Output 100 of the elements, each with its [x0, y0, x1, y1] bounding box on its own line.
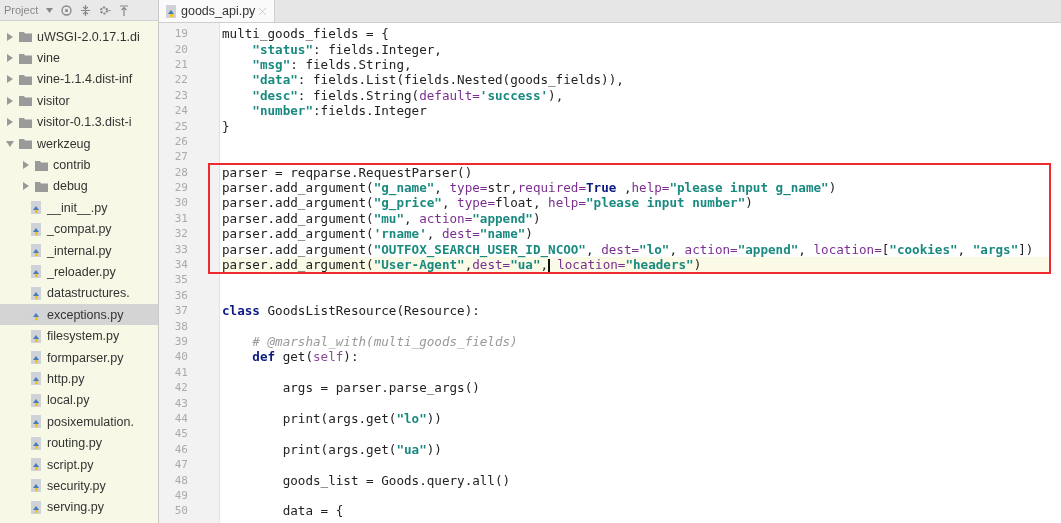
tree-item[interactable]: posixemulation. [0, 411, 158, 433]
folder-icon [19, 31, 32, 43]
collapsed-arrow-icon[interactable] [6, 96, 14, 105]
code-line: print(args.get("ua")) [281, 441, 442, 457]
collapsed-arrow-icon[interactable] [6, 54, 14, 63]
code-line: parser.add_argument("mu", action="append") [222, 210, 541, 226]
folder-icon [19, 95, 32, 107]
code-line: class GoodsListResource(Resource): [222, 303, 480, 319]
python-file-icon [30, 479, 42, 493]
settings-icon[interactable] [99, 4, 112, 16]
tree-item[interactable]: security.py [0, 475, 158, 497]
code-line: parser.add_argument("g_name", type=str,required=True ,help="please input g_name") [222, 180, 837, 196]
code-line: "msg": fields.String, [251, 56, 412, 72]
line-number: 32 [173, 227, 188, 241]
line-number: 42 [173, 381, 188, 395]
python-file-icon [30, 244, 42, 258]
pin-icon[interactable] [119, 4, 130, 16]
line-number: 30 [173, 196, 188, 210]
line-number: 46 [173, 442, 188, 456]
python-file-icon [165, 4, 177, 18]
line-number: 29 [173, 181, 188, 195]
tree-item[interactable]: vine-1.1.4.dist-inf [0, 68, 158, 91]
line-number: 26 [173, 134, 188, 148]
line-number: 36 [173, 288, 188, 302]
line-number: 24 [173, 104, 188, 118]
line-number: 38 [173, 319, 188, 333]
code-line: parser.add_argument("OUTFOX_SEARCH_USER_ID_NCOO", dest="lo", action="append", location=["cookies", "args"]) [222, 241, 1034, 257]
collapsed-arrow-icon[interactable] [6, 118, 14, 127]
python-file-icon [30, 500, 42, 514]
tree-item[interactable]: routing.py [0, 432, 158, 454]
tree-item[interactable]: serving.py [0, 496, 158, 518]
tree-item[interactable]: uWSGI-2.0.17.1.di [0, 26, 158, 48]
code-line: "number":fields.Integer [251, 103, 427, 119]
tree-item[interactable]: filesystem.py [0, 325, 158, 347]
tree-item[interactable]: http.py [0, 368, 158, 390]
line-number: 43 [173, 396, 188, 410]
folder-icon [19, 73, 32, 85]
tree-item[interactable]: _internal.py [0, 239, 158, 262]
tree-item[interactable]: exceptions.py [0, 304, 158, 326]
tree-item[interactable]: werkzeug [0, 132, 158, 155]
line-number: 27 [173, 150, 188, 164]
line-number: 48 [173, 473, 188, 487]
line-number: 19 [173, 27, 188, 41]
folder-icon [19, 116, 32, 128]
python-file-icon [30, 372, 42, 386]
code-line: parser.add_argument('rname', dest="name") [222, 226, 533, 242]
python-file-icon [30, 201, 42, 215]
collapse-icon[interactable] [80, 4, 92, 16]
code-line: print(args.get("lo")) [281, 410, 442, 426]
line-number: 35 [173, 273, 188, 287]
tree-item[interactable]: local.py [0, 389, 158, 412]
close-icon[interactable] [259, 7, 267, 15]
editor-tab[interactable]: goods_api.py [159, 0, 276, 22]
code-line: "status": fields.Integer, [251, 41, 442, 57]
tree-item[interactable]: _reloader.py [0, 261, 158, 283]
tree-item[interactable]: formparser.py [0, 346, 158, 369]
line-number: 37 [173, 304, 188, 318]
code-line: "data": fields.List(fields.Nested(goods_fields)), [251, 72, 624, 88]
line-number: 34 [173, 258, 188, 272]
python-file-icon [30, 222, 42, 236]
tree-item[interactable]: script.py [0, 453, 158, 476]
line-number: 50 [173, 504, 188, 518]
collapsed-arrow-icon[interactable] [6, 32, 14, 41]
tree-item[interactable]: contrib [0, 154, 158, 176]
line-number: 21 [173, 57, 188, 71]
line-number: 40 [173, 350, 188, 364]
tree-item[interactable]: vine [0, 47, 158, 69]
tree-item[interactable]: __init__.py [0, 197, 158, 219]
collapsed-arrow-icon[interactable] [22, 182, 30, 191]
python-file-icon [30, 436, 42, 450]
python-file-icon [30, 351, 42, 365]
python-file-icon [30, 265, 42, 279]
expanded-arrow-icon[interactable] [6, 139, 14, 148]
folder-icon [35, 180, 48, 192]
tree-item[interactable]: debug [0, 175, 158, 198]
folder-icon [19, 52, 32, 64]
folder-icon [35, 159, 48, 171]
line-number: 49 [173, 488, 188, 502]
code-line: # @marshal_with(multi_goods_fields) [251, 334, 518, 349]
code-line: args = parser.parse_args() [281, 380, 480, 396]
line-number: 23 [173, 88, 188, 102]
caret-icon[interactable] [46, 7, 54, 13]
tree-item[interactable]: visitor-0.1.3.dist-i [0, 111, 158, 133]
code-line: } [222, 118, 230, 134]
collapsed-arrow-icon[interactable] [22, 161, 30, 170]
line-number: 41 [173, 365, 188, 379]
collapsed-arrow-icon[interactable] [6, 75, 14, 84]
target-icon[interactable] [61, 4, 73, 16]
tree-item[interactable]: datastructures. [0, 282, 158, 305]
line-number: 44 [173, 411, 188, 425]
python-file-icon [30, 393, 42, 407]
python-file-icon [30, 458, 42, 471]
code-line: parser = reqparse.RequestParser() [222, 164, 473, 180]
line-number: 45 [173, 427, 188, 441]
line-number: 31 [173, 211, 188, 225]
line-number: 47 [173, 458, 188, 472]
line-number: 22 [173, 73, 188, 87]
tree-item[interactable]: visitor [0, 90, 158, 112]
tree-item[interactable]: _compat.py [0, 218, 158, 240]
python-file-icon [30, 286, 42, 300]
